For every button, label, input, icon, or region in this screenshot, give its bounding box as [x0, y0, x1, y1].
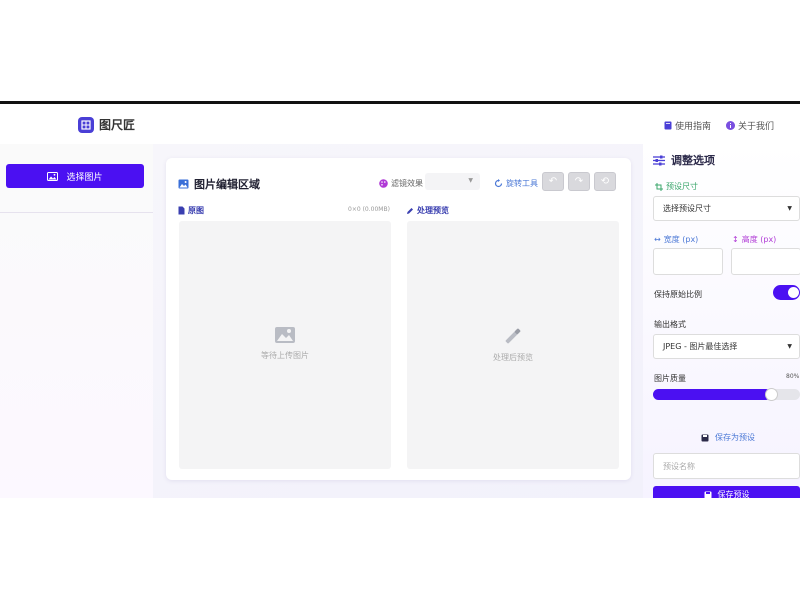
quality-slider[interactable]	[653, 388, 800, 401]
book-icon	[664, 121, 672, 130]
width-label-text: 宽度 (px)	[663, 235, 699, 244]
image-icon	[47, 171, 59, 181]
about-link[interactable]: 关于我们	[726, 119, 774, 132]
original-size-info: 0×0 (0.00MB)	[348, 206, 390, 213]
pencil-icon	[407, 207, 413, 214]
quality-label: 图片质量	[654, 374, 686, 383]
preset-select[interactable]: 选择预设尺寸 ▼	[653, 196, 800, 221]
save-as-preset-link[interactable]: 保存为预设	[701, 432, 755, 443]
original-pane: 等待上传图片	[179, 221, 391, 469]
options-title-label: 调整选项	[671, 154, 715, 167]
info-icon	[726, 121, 735, 130]
rotate-tool-label: 旋转工具	[494, 178, 538, 189]
filter-label: 滤镜效果	[379, 178, 423, 189]
reset-icon: ⟲	[600, 176, 610, 187]
sidebar-divider	[0, 212, 153, 213]
preview-pane: 处理后预览	[407, 221, 619, 469]
format-select[interactable]: JPEG - 图片最佳选择 ▼	[653, 334, 800, 359]
keep-ratio-label: 保持原始比例	[654, 290, 702, 299]
options-title: 调整选项	[653, 152, 715, 168]
rotate-icon	[494, 179, 503, 188]
logo-icon	[78, 116, 94, 133]
magic-wand-icon	[505, 328, 521, 344]
toggle-knob	[788, 287, 799, 298]
chevron-down-icon: ▼	[787, 205, 792, 212]
select-image-label: 选择图片	[66, 172, 103, 183]
preview-placeholder-text: 处理后预览	[493, 353, 533, 362]
palette-icon	[379, 179, 388, 188]
rotate-tool-text: 旋转工具	[506, 179, 538, 188]
vertical-arrows-icon: ↕	[732, 235, 739, 244]
chevron-down-icon: ▼	[468, 177, 473, 184]
file-image-icon	[178, 206, 185, 215]
rotate-left-icon: ↶	[548, 176, 558, 187]
options-panel: 调整选项 预设尺寸 选择预设尺寸 ▼ ↔ 宽度 (px) ↕ 高度 (px) 保…	[643, 144, 800, 498]
save-icon	[701, 434, 709, 441]
image-placeholder-icon	[275, 327, 295, 343]
original-placeholder-text: 等待上传图片	[261, 351, 309, 360]
sliders-icon	[653, 155, 665, 165]
crop-icon	[655, 182, 663, 191]
left-sidebar: 选择图片	[0, 144, 153, 498]
picture-icon	[178, 179, 189, 189]
filter-label-text: 滤镜效果	[391, 179, 423, 188]
original-header: 原图	[178, 205, 204, 216]
chevron-down-icon: ▼	[787, 343, 792, 350]
editor-title: 图片编辑区域	[178, 176, 260, 192]
preview-header: 处理预览	[406, 205, 449, 216]
screenshot-stage: 图尺匠 使用指南 关于我们 选择图片 图片编辑区域 滤镜效果 ▼ 旋转工具 ↶ …	[0, 0, 800, 600]
app-name: 图尺匠	[99, 118, 136, 132]
guide-link[interactable]: 使用指南	[664, 119, 711, 132]
top-header: 图尺匠 使用指南 关于我们	[0, 104, 800, 144]
quality-value: 80%	[786, 373, 800, 380]
height-label-text: 高度 (px)	[741, 235, 777, 244]
select-image-button[interactable]: 选择图片	[6, 164, 144, 188]
preset-select-value: 选择预设尺寸	[663, 204, 711, 213]
horizontal-arrows-icon: ↔	[654, 235, 661, 244]
rotate-right-button[interactable]: ↷	[568, 172, 590, 191]
original-label: 原图	[188, 206, 204, 215]
guide-link-label: 使用指南	[675, 122, 712, 132]
format-select-value: JPEG - 图片最佳选择	[663, 342, 738, 351]
save-icon	[704, 491, 711, 498]
height-input[interactable]	[731, 248, 800, 275]
filter-select[interactable]: ▼	[425, 173, 480, 190]
editor-card: 图片编辑区域 滤镜效果 ▼ 旋转工具 ↶ ↷ ⟲ 原图 0×0 (0.00MB)…	[166, 158, 631, 480]
quality-slider-thumb[interactable]	[764, 388, 778, 401]
width-label: ↔ 宽度 (px)	[654, 234, 698, 245]
reset-button[interactable]: ⟲	[594, 172, 616, 191]
editor-title-label: 图片编辑区域	[194, 178, 260, 191]
save-preset-button[interactable]: 保存预设	[653, 486, 800, 498]
quality-slider-fill	[653, 389, 771, 400]
preview-label: 处理预览	[417, 206, 449, 215]
preset-name-input[interactable]	[653, 453, 800, 479]
keep-ratio-toggle[interactable]	[773, 285, 800, 300]
height-label: ↕ 高度 (px)	[732, 234, 776, 245]
save-as-preset-text: 保存为预设	[715, 433, 755, 442]
save-preset-label: 保存预设	[717, 490, 750, 498]
format-label: 输出格式	[654, 320, 686, 329]
rotate-left-button[interactable]: ↶	[542, 172, 564, 191]
preset-label-text: 预设尺寸	[666, 182, 698, 191]
rotate-right-icon: ↷	[574, 176, 584, 187]
about-link-label: 关于我们	[738, 122, 775, 132]
app-window: 图尺匠 使用指南 关于我们 选择图片 图片编辑区域 滤镜效果 ▼ 旋转工具 ↶ …	[0, 101, 800, 498]
width-input[interactable]	[653, 248, 723, 275]
app-logo[interactable]: 图尺匠	[78, 116, 135, 133]
preset-label: 预设尺寸	[655, 181, 698, 192]
